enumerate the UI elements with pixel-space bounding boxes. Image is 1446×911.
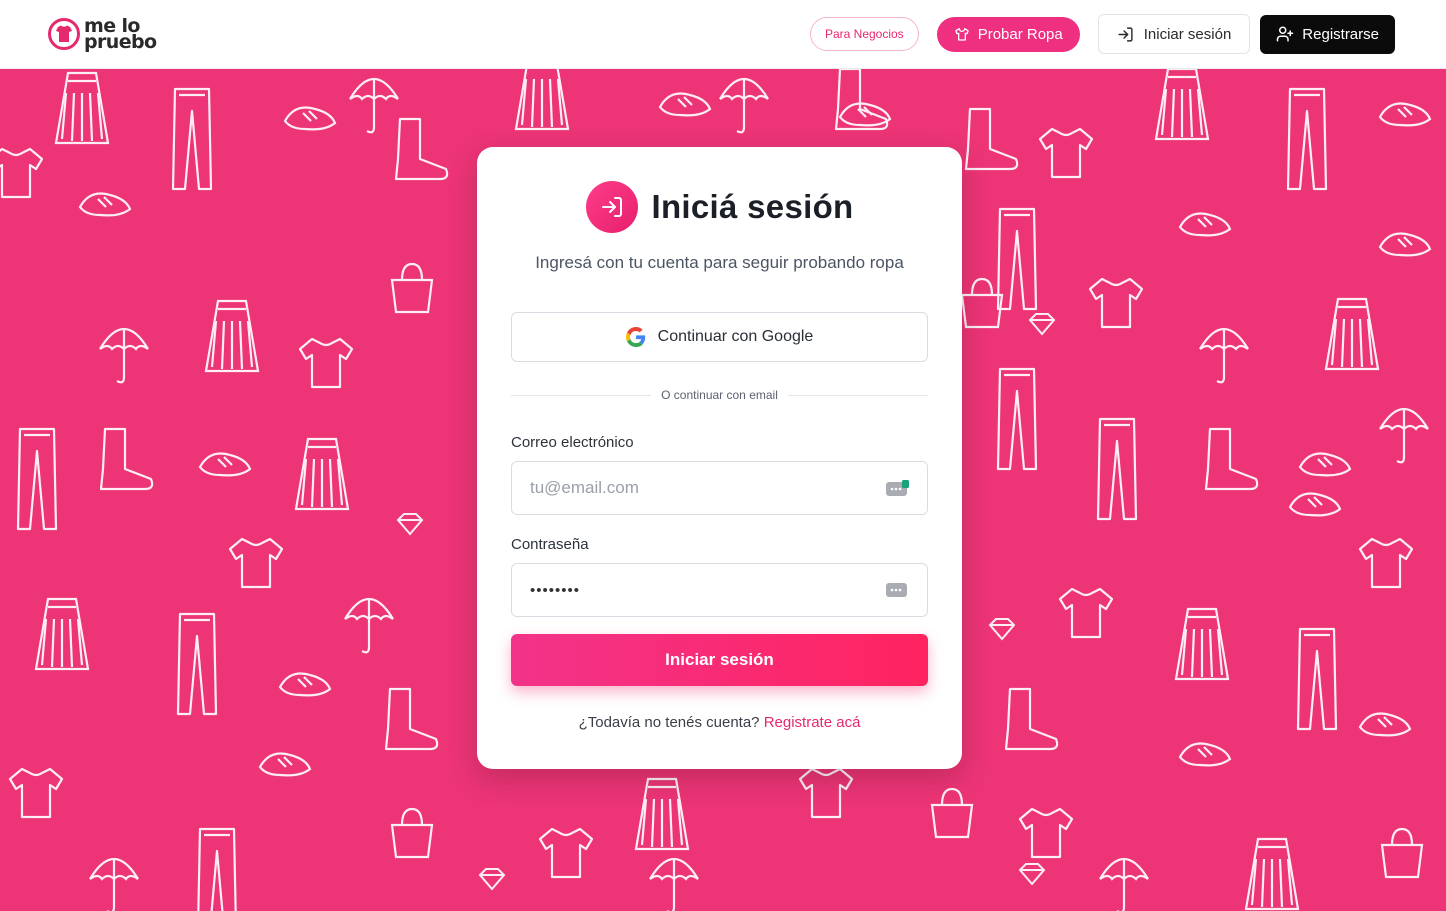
user-plus-icon	[1277, 26, 1294, 42]
login-nav-label: Iniciar sesión	[1143, 25, 1232, 43]
divider-text: O continuar con email	[661, 388, 778, 402]
google-signin-button[interactable]: Continuar con Google	[511, 312, 928, 362]
business-button[interactable]: Para Negocios	[809, 17, 919, 51]
login-card: Iniciá sesión Ingresá con tu cuenta para…	[477, 147, 962, 769]
divider-line-left	[511, 394, 652, 396]
email-divider: O continuar con email	[511, 388, 929, 402]
login-nav-button[interactable]: Iniciar sesión	[1097, 14, 1251, 54]
logo-line-2: pruebo	[84, 31, 157, 53]
submit-button-label: Iniciar sesión	[665, 650, 774, 669]
signup-prompt: ¿Todavía no tenés cuenta? Registrate acá	[477, 714, 962, 731]
nav-actions: Para Negocios Probar Ropa Iniciar sesión…	[809, 14, 1395, 54]
password-field[interactable]: ••••••••	[511, 563, 928, 617]
signup-link[interactable]: Registrate acá	[764, 714, 861, 731]
page-subtitle: Ingresá con tu cuenta para seguir proban…	[535, 253, 904, 272]
email-field[interactable]	[511, 461, 928, 515]
try-on-button-label: Probar Ropa	[977, 25, 1063, 43]
try-on-button[interactable]: Probar Ropa	[936, 16, 1080, 52]
google-button-label: Continuar con Google	[657, 328, 814, 345]
signup-question: ¿Todavía no tenés cuenta?	[578, 714, 760, 731]
password-input[interactable]: ••••••••	[530, 582, 885, 599]
brand-wordmark: me lo pruebo	[84, 17, 157, 53]
page-title: Iniciá sesión	[651, 188, 854, 225]
brand-logo[interactable]: me lo pruebo	[48, 17, 157, 53]
log-in-icon	[1118, 26, 1133, 42]
shirt-icon	[955, 28, 969, 41]
divider-line-right	[787, 394, 929, 396]
google-icon	[625, 327, 645, 347]
password-manager-icon[interactable]	[885, 477, 909, 499]
password-label: Contraseña	[511, 536, 589, 553]
business-button-label: Para Negocios	[824, 27, 904, 41]
log-in-icon	[585, 181, 638, 233]
password-manager-icon[interactable]	[885, 579, 909, 601]
tshirt-logo-icon	[48, 18, 80, 50]
login-submit-button[interactable]: Iniciar sesión	[511, 634, 928, 686]
register-button[interactable]: Registrarse	[1260, 14, 1395, 54]
top-navbar: me lo pruebo Para Negocios Probar Ropa I…	[0, 0, 1446, 69]
email-label: Correo electrónico	[511, 434, 634, 451]
card-header: Iniciá sesión	[477, 181, 962, 233]
register-button-label: Registrarse	[1302, 25, 1379, 43]
email-input[interactable]	[530, 478, 885, 498]
